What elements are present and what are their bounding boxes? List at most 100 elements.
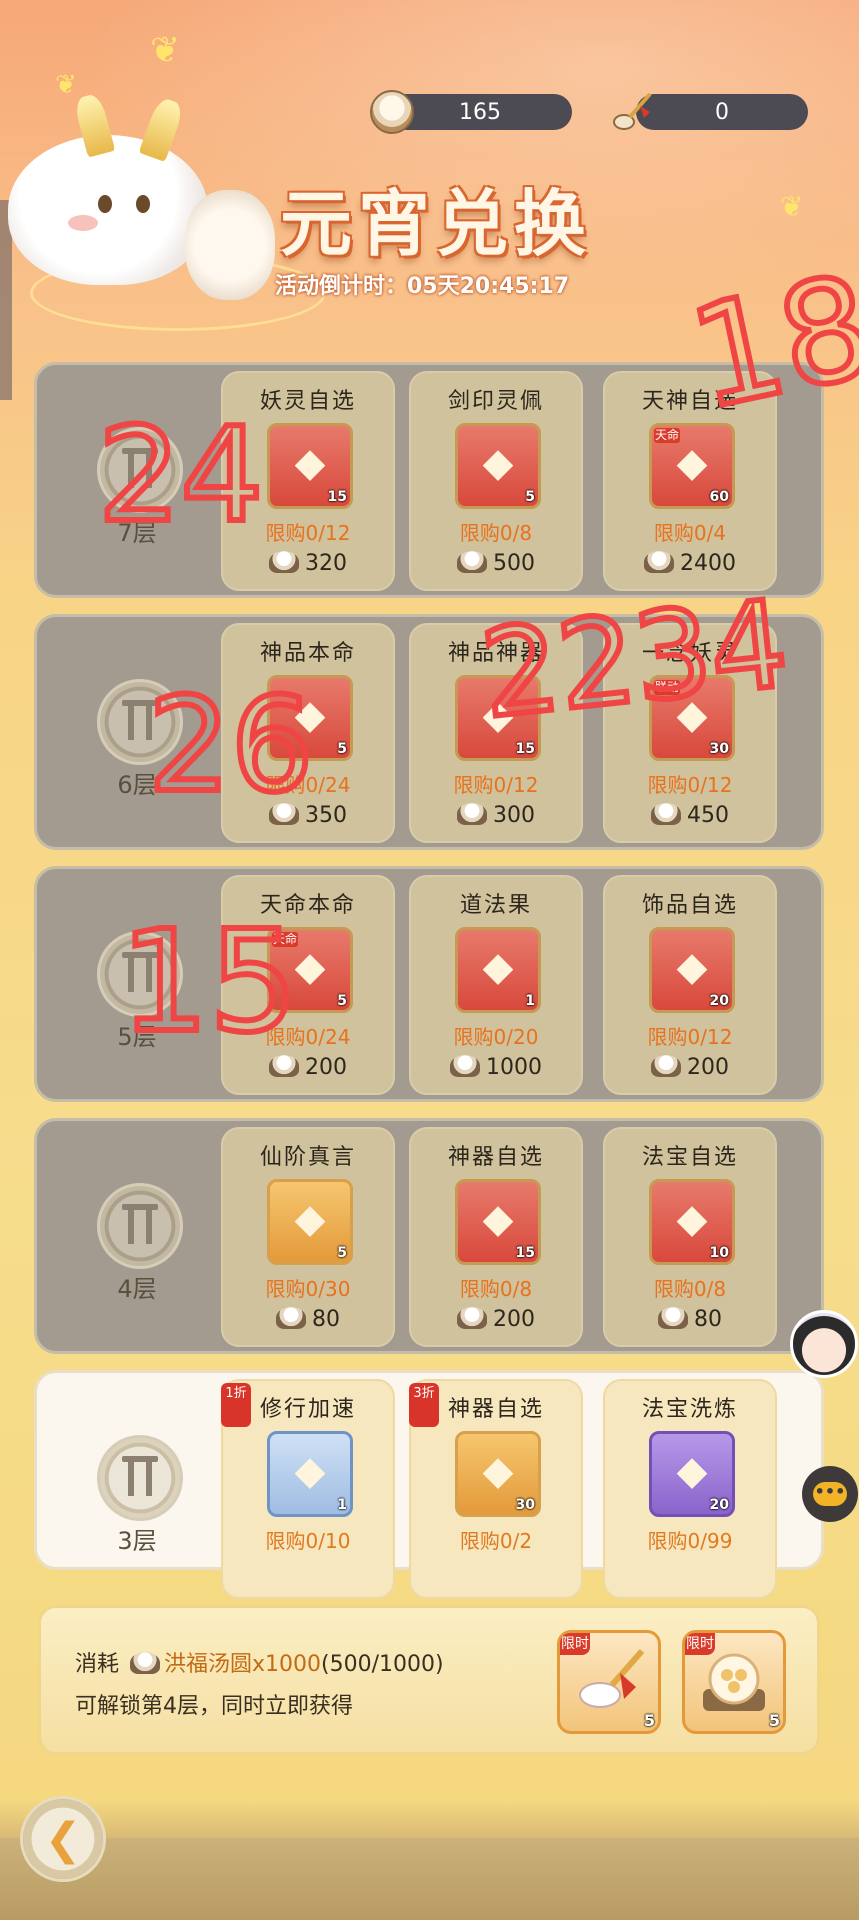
item-price: 500 — [411, 551, 581, 576]
shop-item-card[interactable]: 剑印灵佩 ◆ 5 限购0/8 500 — [409, 371, 583, 591]
item-glyph-icon: ◆ — [482, 692, 514, 738]
shop-item-card[interactable]: 法宝洗炼 ◆ 20 限购0/99 — [603, 1379, 777, 1599]
item-icon[interactable]: ◆ 联动 30 — [649, 675, 735, 761]
item-tag: 联动 — [654, 680, 680, 695]
item-price-value: 300 — [493, 803, 535, 828]
item-icon[interactable]: ◆ 15 — [455, 1179, 541, 1265]
item-tag: 天命 — [654, 428, 680, 443]
item-name: 剑印灵佩 — [447, 389, 544, 414]
back-button[interactable]: ❮ — [20, 1796, 106, 1882]
shop-item-card[interactable]: 道法果 ◆ 1 限购0/20 1000 — [409, 875, 583, 1095]
purchase-limit: 限购0/24 — [265, 1025, 351, 1049]
unlock-panel: 消耗 洪福汤圆x1000(500/1000) 可解锁第4层，同时立即获得 限时 … — [38, 1605, 820, 1755]
purchase-limit: 限购0/2 — [459, 1529, 533, 1553]
chat-icon: ••• — [813, 1482, 847, 1506]
item-icon[interactable]: ◆ 15 — [267, 423, 353, 509]
butterfly-icon: ❦ — [55, 70, 77, 100]
item-price: 450 — [605, 803, 775, 828]
item-quantity: 1 — [525, 993, 535, 1009]
tangyuan-icon — [457, 551, 487, 573]
item-glyph-icon: ◆ — [676, 1196, 708, 1242]
character-avatar-button[interactable] — [790, 1310, 858, 1378]
shop-item-card[interactable]: 仙阶真言 ◆ 5 限购0/30 80 — [221, 1127, 395, 1347]
item-glyph-icon: ◆ — [294, 692, 326, 738]
tangyuan-icon — [269, 803, 299, 825]
item-price-value: 350 — [305, 803, 347, 828]
shop-item-card[interactable]: 神品神器 ◆ 15 限购0/12 300 — [409, 623, 583, 843]
reward-tangyuan-bowl[interactable]: 限时 5 — [682, 1630, 786, 1734]
floor-gate-icon — [97, 1183, 183, 1269]
item-icon[interactable]: ◆ 5 — [455, 423, 541, 509]
item-icon[interactable]: ◆ 5 — [267, 1179, 353, 1265]
unlock-desc: 可解锁第4层，同时立即获得 — [75, 1694, 353, 1719]
item-glyph-icon: ◆ — [676, 1448, 708, 1494]
shop-item-card[interactable]: 妖灵自选 ◆ 15 限购0/12 320 — [221, 371, 395, 591]
purchase-limit: 限购0/12 — [647, 773, 733, 797]
reward-spoon[interactable]: 限时 5 — [557, 1630, 661, 1734]
item-name: 仙阶真言 — [259, 1145, 356, 1170]
tangyuan-icon — [457, 1307, 487, 1329]
shop-item-card[interactable]: 神器自选 ◆ 15 限购0/8 200 — [409, 1127, 583, 1347]
butterfly-icon: ❦ — [150, 30, 181, 71]
item-price: 200 — [411, 1307, 581, 1332]
item-icon[interactable]: ◆ 20 — [649, 1431, 735, 1517]
item-name: 法宝自选 — [641, 1145, 738, 1170]
floor-gate-icon — [97, 931, 183, 1017]
shop-item-card[interactable]: 一念妖灵 ◆ 联动 30 限购0/12 450 — [603, 623, 777, 843]
tangyuan-icon — [651, 1055, 681, 1077]
tangyuan-icon — [644, 551, 674, 573]
item-icon[interactable]: ◆ 天命 60 — [649, 423, 735, 509]
item-quantity: 5 — [337, 1245, 347, 1261]
shop-item-card[interactable]: 法宝自选 ◆ 10 限购0/8 80 — [603, 1127, 777, 1347]
shop-item-card[interactable]: 神品本命 ◆ 5 限购0/24 350 — [221, 623, 395, 843]
tangyuan-icon — [276, 1307, 306, 1329]
butterfly-icon: ❦ — [780, 190, 804, 223]
purchase-limit: 限购0/10 — [265, 1529, 351, 1553]
item-name: 一念妖灵 — [641, 641, 738, 666]
item-icon[interactable]: ◆ 30 — [455, 1431, 541, 1517]
item-icon[interactable]: ◆ 天命 5 — [267, 927, 353, 1013]
item-price: 2400 — [605, 551, 775, 576]
item-glyph-icon: ◆ — [294, 1196, 326, 1242]
item-name: 天神自选 — [641, 389, 738, 414]
item-price: 80 — [223, 1307, 393, 1332]
spoon-balance: 0 — [636, 94, 808, 130]
mascot-cloud — [185, 190, 275, 300]
mascot-image — [8, 92, 208, 285]
item-price-value: 1000 — [486, 1055, 542, 1080]
footer-bar — [0, 1838, 859, 1920]
shop-item-card[interactable]: 修行加速 1折 ◆ 1 限购0/10 — [221, 1379, 395, 1599]
item-icon[interactable]: ◆ 1 — [267, 1431, 353, 1517]
item-icon[interactable]: ◆ 5 — [267, 675, 353, 761]
shop-item-card[interactable]: 饰品自选 ◆ 20 限购0/12 200 — [603, 875, 777, 1095]
chat-button[interactable]: ••• — [802, 1466, 858, 1522]
item-price-value: 450 — [687, 803, 729, 828]
item-icon[interactable]: ◆ 15 — [455, 675, 541, 761]
shop-item-card[interactable]: 天命本命 ◆ 天命 5 限购0/24 200 — [221, 875, 395, 1095]
item-name: 天命本命 — [259, 893, 356, 918]
floor-label: 5层 — [117, 1023, 157, 1051]
purchase-limit: 限购0/99 — [647, 1529, 733, 1553]
item-glyph-icon: ◆ — [482, 944, 514, 990]
page-title: 元宵兑换 — [280, 181, 593, 266]
floor-label: 6层 — [117, 771, 157, 799]
shop-item-card[interactable]: 天神自选 ◆ 天命 60 限购0/4 2400 — [603, 371, 777, 591]
tangyuan-balance-value: 165 — [459, 99, 501, 125]
item-price-value: 320 — [305, 551, 347, 576]
item-glyph-icon: ◆ — [676, 944, 708, 990]
item-quantity: 15 — [515, 741, 535, 757]
item-name: 道法果 — [459, 893, 532, 918]
item-price-value: 200 — [687, 1055, 729, 1080]
item-icon[interactable]: ◆ 10 — [649, 1179, 735, 1265]
item-quantity: 15 — [515, 1245, 535, 1261]
shop-item-card[interactable]: 神器自选 3折 ◆ 30 限购0/2 — [409, 1379, 583, 1599]
item-quantity: 30 — [515, 1497, 535, 1513]
item-quantity: 5 — [525, 489, 535, 505]
purchase-limit: 限购0/20 — [453, 1025, 539, 1049]
floor-row: 3层 修行加速 1折 ◆ 1 限购0/10 神器自选 3折 ◆ 30 限购0/2 法宝洗炼 ◆ 20 限购0… — [34, 1370, 824, 1599]
item-icon[interactable]: ◆ 20 — [649, 927, 735, 1013]
tangyuan-icon — [269, 1055, 299, 1077]
floor-label: 3层 — [117, 1527, 157, 1555]
discount-badge: 1折 — [221, 1383, 251, 1427]
item-icon[interactable]: ◆ 1 — [455, 927, 541, 1013]
